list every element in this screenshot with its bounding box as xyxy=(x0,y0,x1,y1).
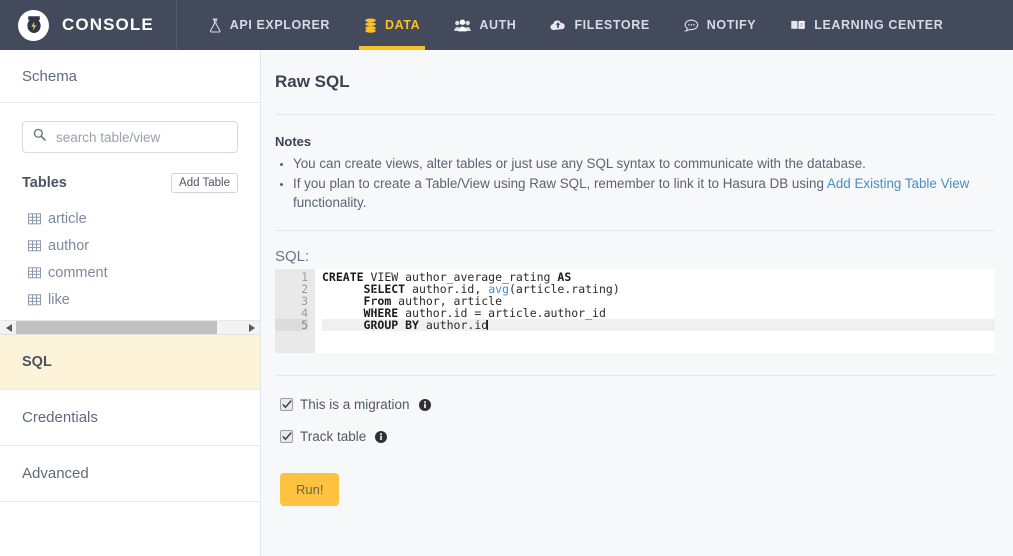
search-table-view-box[interactable] xyxy=(22,121,238,153)
search-icon xyxy=(33,128,46,146)
nav-label: FILESTORE xyxy=(574,18,650,32)
comment-icon xyxy=(683,19,699,32)
nav-item-data[interactable]: DATA xyxy=(347,0,437,50)
scroll-right-arrow-icon[interactable] xyxy=(244,321,259,334)
track-table-checkbox-row[interactable]: Track table xyxy=(280,429,995,444)
nav-label: API EXPLORER xyxy=(229,18,331,32)
brand-title: CONSOLE xyxy=(62,15,154,34)
cloud-upload-icon xyxy=(550,19,566,31)
nav-label: AUTH xyxy=(479,18,517,32)
table-item-author[interactable]: author xyxy=(22,233,238,260)
nav-item-auth[interactable]: AUTH xyxy=(437,0,533,50)
main-content: Raw SQL Notes You can create views, alte… xyxy=(261,50,1013,556)
add-table-button[interactable]: Add Table xyxy=(171,173,238,193)
note-item-1: You can create views, alter tables or ju… xyxy=(293,154,995,173)
table-name: like xyxy=(48,292,70,308)
sql-code-editor[interactable]: 1 2 3 4 5 CREATE VIEW author_average_rat… xyxy=(275,269,995,353)
sql-label: SQL: xyxy=(275,248,310,265)
migration-checkbox-label: This is a migration xyxy=(300,397,410,412)
title-divider xyxy=(275,114,995,115)
add-existing-table-view-link[interactable]: Add Existing Table View xyxy=(827,176,969,191)
table-name: comment xyxy=(48,265,108,281)
top-navigation-bar: CONSOLE API EXPLORER DATA AUTH FILESTORE… xyxy=(0,0,1013,50)
nav-item-filestore[interactable]: FILESTORE xyxy=(533,0,666,50)
line-number-active: 5 xyxy=(275,319,308,331)
editor-line-number-gutter: 1 2 3 4 5 xyxy=(275,269,315,353)
migration-checkbox-row[interactable]: This is a migration xyxy=(280,397,995,412)
flask-icon xyxy=(208,17,222,33)
table-grid-icon xyxy=(28,267,41,279)
table-item-article[interactable]: article xyxy=(22,206,238,233)
table-list: article author comment like xyxy=(22,206,238,314)
sidebar-item-advanced[interactable]: Advanced xyxy=(0,446,260,502)
notes-list: You can create views, alter tables or ju… xyxy=(275,154,995,212)
sidebar-horizontal-scrollbar[interactable] xyxy=(0,320,260,335)
info-circle-icon[interactable] xyxy=(375,430,388,443)
info-circle-icon[interactable] xyxy=(418,398,431,411)
note-2-text-before: If you plan to create a Table/View using… xyxy=(293,176,827,191)
brand-logo[interactable]: CONSOLE xyxy=(0,0,177,50)
tables-header-row: Tables Add Table xyxy=(22,173,238,193)
page-body: Schema Tables Add Table xyxy=(0,50,1013,556)
text-caret xyxy=(487,320,489,331)
sidebar-header-schema[interactable]: Schema xyxy=(0,50,260,103)
nav-item-api-explorer[interactable]: API EXPLORER xyxy=(191,0,347,50)
table-grid-icon xyxy=(28,213,41,225)
sidebar-item-credentials[interactable]: Credentials xyxy=(0,390,260,446)
sidebar-item-sql[interactable]: SQL xyxy=(0,335,260,390)
note-item-2: If you plan to create a Table/View using… xyxy=(293,174,995,212)
nav-label: LEARNING CENTER xyxy=(814,18,944,32)
database-icon xyxy=(364,18,377,33)
tables-label: Tables xyxy=(22,175,67,191)
search-input[interactable] xyxy=(54,128,227,146)
note-2-text-after: functionality. xyxy=(293,195,367,210)
scroll-left-arrow-icon[interactable] xyxy=(1,321,16,334)
nav-item-notify[interactable]: NOTIFY xyxy=(667,0,773,50)
editor-code-area[interactable]: CREATE VIEW author_average_rating AS SEL… xyxy=(315,269,995,353)
table-name: article xyxy=(48,211,87,227)
notes-heading: Notes xyxy=(275,134,312,149)
editor-divider xyxy=(275,375,995,376)
table-name: author xyxy=(48,238,90,254)
nav-label: DATA xyxy=(385,18,421,32)
table-item-comment[interactable]: comment xyxy=(22,260,238,287)
book-icon xyxy=(790,19,806,32)
page-title: Raw SQL xyxy=(275,72,350,91)
sidebar: Schema Tables Add Table xyxy=(0,50,261,556)
nav-label: NOTIFY xyxy=(706,18,757,32)
table-grid-icon xyxy=(28,240,41,252)
run-button[interactable]: Run! xyxy=(280,473,340,506)
hasura-logo-icon xyxy=(18,9,49,41)
sidebar-links: SQL Credentials Advanced xyxy=(0,335,260,502)
notes-divider xyxy=(275,230,995,231)
scrollbar-track[interactable] xyxy=(16,321,244,334)
table-item-like[interactable]: like xyxy=(22,287,238,314)
table-grid-icon xyxy=(28,294,41,306)
sidebar-schema-section: Tables Add Table article author xyxy=(0,103,260,314)
main-inner: Raw SQL Notes You can create views, alte… xyxy=(261,72,1013,506)
track-table-checkbox-label: Track table xyxy=(300,429,367,444)
migration-checkbox[interactable] xyxy=(280,398,293,411)
code-line-5: GROUP BY author.id xyxy=(322,319,995,331)
track-table-checkbox[interactable] xyxy=(280,430,293,443)
users-icon xyxy=(454,19,472,32)
nav-item-learning-center[interactable]: LEARNING CENTER xyxy=(773,0,960,50)
scrollbar-thumb[interactable] xyxy=(16,321,217,334)
nav-items: API EXPLORER DATA AUTH FILESTORE NOTIFY … xyxy=(177,0,961,50)
